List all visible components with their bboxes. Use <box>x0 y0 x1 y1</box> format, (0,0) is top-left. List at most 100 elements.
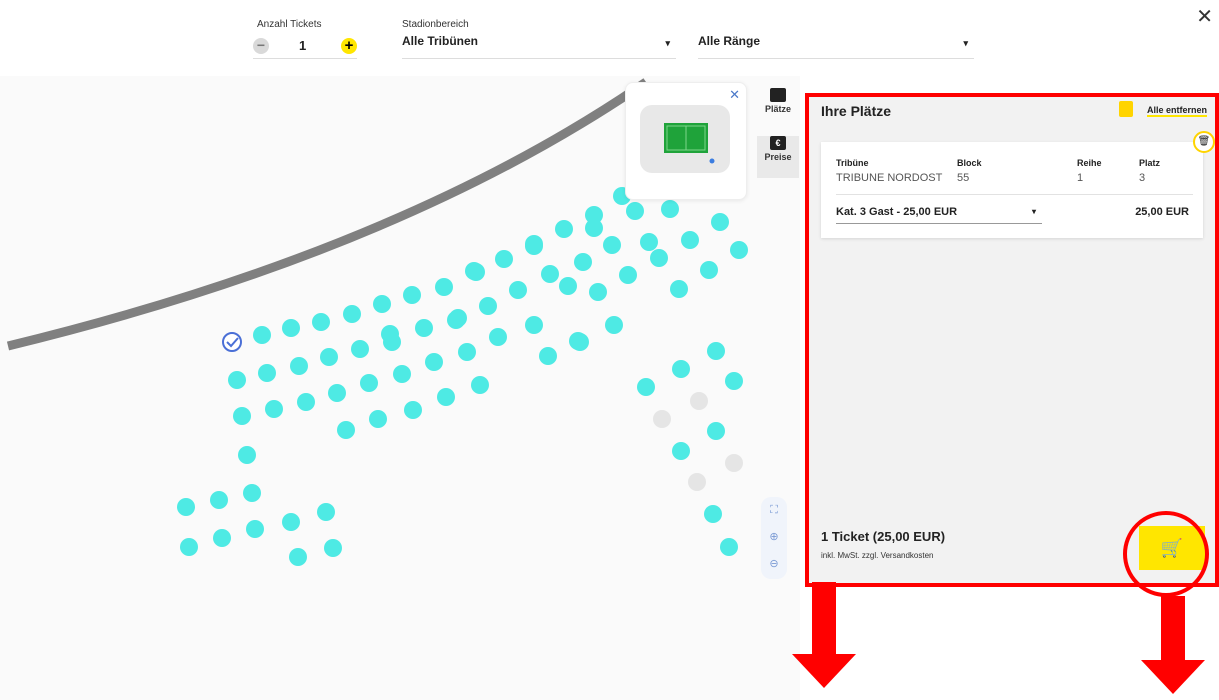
seat-available[interactable] <box>437 388 455 406</box>
close-icon[interactable]: ✕ <box>729 87 740 103</box>
seat-available[interactable] <box>525 235 543 253</box>
seat-available[interactable] <box>425 353 443 371</box>
seat-available[interactable] <box>681 231 699 249</box>
seat-available[interactable] <box>539 347 557 365</box>
seat-available[interactable] <box>343 305 361 323</box>
seat-available[interactable] <box>711 213 729 231</box>
area-select[interactable]: Alle Tribünen ▾ <box>402 34 676 59</box>
seat-available[interactable] <box>369 410 387 428</box>
seat-available[interactable] <box>700 261 718 279</box>
seat-available[interactable] <box>258 364 276 382</box>
tribune-header: Tribüne <box>836 158 869 168</box>
seat-available[interactable] <box>317 503 335 521</box>
stadium-minimap[interactable]: ✕ <box>625 82 747 200</box>
chevron-down-icon: ▾ <box>665 38 670 48</box>
seat-available[interactable] <box>246 520 264 538</box>
seat-available[interactable] <box>177 498 195 516</box>
seat-available[interactable] <box>393 365 411 383</box>
seat-available[interactable] <box>672 442 690 460</box>
seat-available[interactable] <box>180 538 198 556</box>
seat-available[interactable] <box>373 295 391 313</box>
close-icon[interactable]: ✕ <box>1196 4 1213 29</box>
seat-available[interactable] <box>297 393 315 411</box>
seat-available[interactable] <box>650 249 668 267</box>
seat-available[interactable] <box>661 200 679 218</box>
seat-available[interactable] <box>525 316 543 334</box>
seat-available[interactable] <box>290 357 308 375</box>
seat-available[interactable] <box>324 539 342 557</box>
seat-available[interactable] <box>555 220 573 238</box>
seat-available[interactable] <box>320 348 338 366</box>
seat-available[interactable] <box>238 446 256 464</box>
seat-available[interactable] <box>403 286 421 304</box>
seat-available[interactable] <box>312 313 330 331</box>
seat-available[interactable] <box>383 333 401 351</box>
seat-available[interactable] <box>458 343 476 361</box>
seat-available[interactable] <box>435 278 453 296</box>
seat-available[interactable] <box>489 328 507 346</box>
seat-available[interactable] <box>479 297 497 315</box>
seat-available[interactable] <box>640 233 658 251</box>
seat-available[interactable] <box>541 265 559 283</box>
seat-available[interactable] <box>253 326 271 344</box>
ticket-quantity: 1 <box>299 38 307 53</box>
seat-available[interactable] <box>471 376 489 394</box>
seat-available[interactable] <box>585 219 603 237</box>
fit-view-icon[interactable]: ⛶ <box>761 497 787 524</box>
seat-available[interactable] <box>603 236 621 254</box>
seat-available[interactable] <box>337 421 355 439</box>
increase-button[interactable]: + <box>341 38 357 54</box>
divider <box>836 194 1193 195</box>
seat-available[interactable] <box>720 538 738 556</box>
seat-available[interactable] <box>351 340 369 358</box>
seat-available[interactable] <box>670 280 688 298</box>
seat-available[interactable] <box>707 342 725 360</box>
seat-available[interactable] <box>233 407 251 425</box>
seat-available[interactable] <box>360 374 378 392</box>
tab-places[interactable]: Plätze <box>757 88 799 130</box>
zoom-out-icon[interactable]: ⊖ <box>761 551 787 578</box>
seat-available[interactable] <box>265 400 283 418</box>
delete-seat-icon[interactable]: 🗑 <box>1193 131 1215 153</box>
block-header: Block <box>957 158 982 168</box>
seat-available[interactable] <box>559 277 577 295</box>
seat-available[interactable] <box>626 202 644 220</box>
selected-seat-icon[interactable] <box>222 332 242 352</box>
seat-available[interactable] <box>495 250 513 268</box>
seat-value: 3 <box>1139 172 1146 184</box>
seat-available[interactable] <box>282 319 300 337</box>
seat-available[interactable] <box>328 384 346 402</box>
block-value: 55 <box>957 172 970 184</box>
ticket-quantity-stepper[interactable]: − 1 + <box>253 34 357 59</box>
seat-available[interactable] <box>289 548 307 566</box>
seat-available[interactable] <box>509 281 527 299</box>
price-category-select[interactable]: Kat. 3 Gast - 25,00 EUR ▾ <box>836 201 1042 224</box>
decrease-button[interactable]: − <box>253 38 269 54</box>
seat-available[interactable] <box>725 372 743 390</box>
remove-all-button[interactable]: Alle entfernen <box>1146 105 1207 117</box>
seat-available[interactable] <box>404 401 422 419</box>
seat-available[interactable] <box>589 283 607 301</box>
seat-available[interactable] <box>637 378 655 396</box>
seat-available[interactable] <box>210 491 228 509</box>
seat-available[interactable] <box>467 263 485 281</box>
tab-prices[interactable]: € Preise <box>757 136 799 178</box>
seat-available[interactable] <box>574 253 592 271</box>
rank-select[interactable]: Alle Ränge ▾ <box>698 34 974 59</box>
seat-available[interactable] <box>619 266 637 284</box>
seat-available[interactable] <box>213 529 231 547</box>
seat-available[interactable] <box>243 484 261 502</box>
zoom-in-icon[interactable]: ⊕ <box>761 524 787 551</box>
seat-available[interactable] <box>282 513 300 531</box>
seat-group[interactable] <box>177 171 748 566</box>
seat-available[interactable] <box>571 333 589 351</box>
seat-available[interactable] <box>228 371 246 389</box>
trash-icon[interactable] <box>1119 101 1133 117</box>
seat-available[interactable] <box>704 505 722 523</box>
seat-available[interactable] <box>605 316 623 334</box>
seat-available[interactable] <box>447 311 465 329</box>
seat-available[interactable] <box>707 422 725 440</box>
seat-available[interactable] <box>672 360 690 378</box>
seat-available[interactable] <box>730 241 748 259</box>
seat-available[interactable] <box>415 319 433 337</box>
